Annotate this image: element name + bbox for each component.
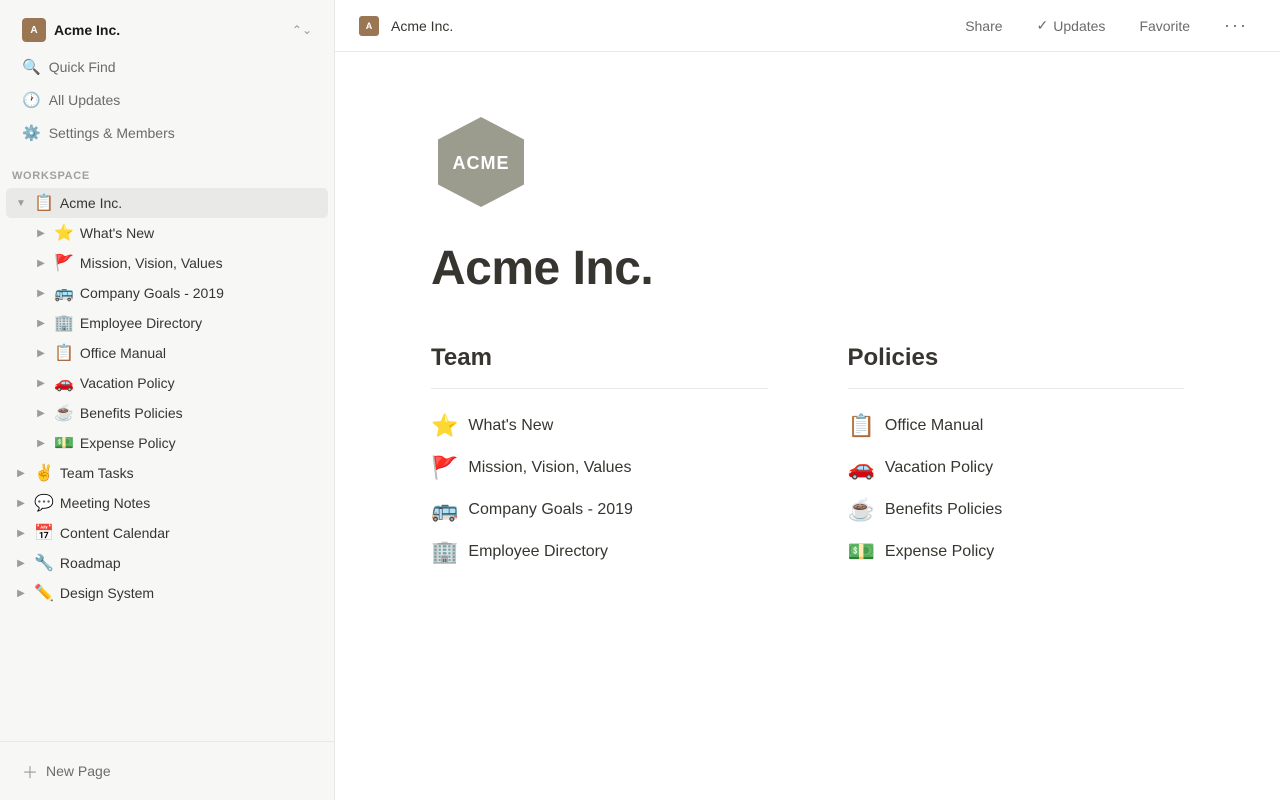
sidebar-bottom: ＋ New Page <box>0 741 334 800</box>
tree-item-content-calendar[interactable]: ▶ 📅 Content Calendar <box>6 518 328 548</box>
office-manual-icon: 📋 <box>54 343 74 363</box>
team-link-mission[interactable]: 🚩 Mission, Vision, Values <box>431 447 768 489</box>
acme-logo-svg: ACME <box>431 112 531 212</box>
team-column: Team ⭐ What's New 🚩 Mission, Vision, Val… <box>431 344 768 573</box>
sidebar: A Acme Inc. ⌃⌄ 🔍 Quick Find 🕐 All Update… <box>0 0 335 800</box>
toggle-benefits[interactable]: ▶ <box>32 404 50 422</box>
nav-quick-find[interactable]: 🔍 Quick Find <box>12 51 322 83</box>
tree-item-root[interactable]: ▼ 📋 Acme Inc. <box>6 188 328 218</box>
search-icon: 🔍 <box>22 58 41 76</box>
whats-new-icon: ⭐ <box>54 223 74 243</box>
topbar-logo: A <box>359 16 379 36</box>
new-page-button[interactable]: ＋ New Page <box>12 752 322 790</box>
workspace-chevron-icon: ⌃⌄ <box>292 23 312 37</box>
employee-dir-link-icon: 🏢 <box>431 539 458 565</box>
tree-item-meeting-notes[interactable]: ▶ 💬 Meeting Notes <box>6 488 328 518</box>
workspace-logo: A <box>22 18 46 42</box>
whats-new-link-icon: ⭐ <box>431 413 458 439</box>
clock-icon: 🕐 <box>22 91 41 109</box>
topbar-actions: Share ✓ Updates Favorite ··· <box>957 11 1256 40</box>
toggle-office-manual[interactable]: ▶ <box>32 344 50 362</box>
meeting-notes-icon: 💬 <box>34 493 54 513</box>
toggle-meeting-notes[interactable]: ▶ <box>12 494 30 512</box>
expense-link-icon: 💵 <box>848 539 875 565</box>
vacation-link-icon: 🚗 <box>848 455 875 481</box>
company-goals-icon: 🚌 <box>54 283 74 303</box>
nav-all-updates[interactable]: 🕐 All Updates <box>12 84 322 116</box>
checkmark-icon: ✓ <box>1037 17 1049 34</box>
tree-item-office-manual[interactable]: ▶ 📋 Office Manual <box>26 338 328 368</box>
tree-item-mission[interactable]: ▶ 🚩 Mission, Vision, Values <box>26 248 328 278</box>
gear-icon: ⚙️ <box>22 124 41 142</box>
nav-settings[interactable]: ⚙️ Settings & Members <box>12 117 322 149</box>
workspace-title[interactable]: A Acme Inc. ⌃⌄ <box>12 10 322 50</box>
policy-link-vacation[interactable]: 🚗 Vacation Policy <box>848 447 1185 489</box>
benefits-icon: ☕ <box>54 403 74 423</box>
plus-icon: ＋ <box>22 759 38 783</box>
breadcrumb: Acme Inc. <box>391 18 945 34</box>
favorite-button[interactable]: Favorite <box>1131 14 1198 38</box>
more-options-button[interactable]: ··· <box>1216 11 1256 40</box>
office-manual-link-icon: 📋 <box>848 413 875 439</box>
page-cover-icon: ACME <box>431 112 1184 217</box>
policies-column: Policies 📋 Office Manual 🚗 Vacation Poli… <box>848 344 1185 573</box>
toggle-whats-new[interactable]: ▶ <box>32 224 50 242</box>
policies-heading: Policies <box>848 344 1185 372</box>
policy-link-expense[interactable]: 💵 Expense Policy <box>848 531 1185 573</box>
roadmap-icon: 🔧 <box>34 553 54 573</box>
share-button[interactable]: Share <box>957 14 1010 38</box>
toggle-expense[interactable]: ▶ <box>32 434 50 452</box>
tree-item-whats-new[interactable]: ▶ ⭐ What's New <box>26 218 328 248</box>
vacation-icon: 🚗 <box>54 373 74 393</box>
tree-container: ▼ 📋 Acme Inc. ▶ ⭐ What's New ▶ 🚩 Mission… <box>0 186 334 741</box>
toggle-vacation-policy[interactable]: ▶ <box>32 374 50 392</box>
company-goals-link-icon: 🚌 <box>431 497 458 523</box>
team-link-whats-new[interactable]: ⭐ What's New <box>431 405 768 447</box>
mission-link-icon: 🚩 <box>431 455 458 481</box>
tree-item-roadmap[interactable]: ▶ 🔧 Roadmap <box>6 548 328 578</box>
svg-text:ACME: ACME <box>453 153 510 173</box>
tree-item-company-goals[interactable]: ▶ 🚌 Company Goals - 2019 <box>26 278 328 308</box>
toggle-roadmap[interactable]: ▶ <box>12 554 30 572</box>
sidebar-top: A Acme Inc. ⌃⌄ 🔍 Quick Find 🕐 All Update… <box>0 0 334 156</box>
toggle-company-goals[interactable]: ▶ <box>32 284 50 302</box>
workspace-section-label: WORKSPACE <box>0 156 334 186</box>
tree-children: ▶ ⭐ What's New ▶ 🚩 Mission, Vision, Valu… <box>6 218 328 458</box>
root-icon: 📋 <box>34 193 54 213</box>
workspace-name: Acme Inc. <box>54 22 284 38</box>
main-content: A Acme Inc. Share ✓ Updates Favorite ··· <box>335 0 1280 800</box>
tree-item-design-system[interactable]: ▶ ✏️ Design System <box>6 578 328 608</box>
toggle-content-calendar[interactable]: ▶ <box>12 524 30 542</box>
employee-dir-icon: 🏢 <box>54 313 74 333</box>
team-tasks-icon: ✌️ <box>34 463 54 483</box>
team-link-company-goals[interactable]: 🚌 Company Goals - 2019 <box>431 489 768 531</box>
tree-item-team-tasks[interactable]: ▶ ✌️ Team Tasks <box>6 458 328 488</box>
tree-item-expense[interactable]: ▶ 💵 Expense Policy <box>26 428 328 458</box>
page-body: ACME Acme Inc. Team ⭐ What's New 🚩 Missi… <box>335 52 1280 633</box>
tree-item-vacation-policy[interactable]: ▶ 🚗 Vacation Policy <box>26 368 328 398</box>
team-heading: Team <box>431 344 768 372</box>
expense-icon: 💵 <box>54 433 74 453</box>
mission-icon: 🚩 <box>54 253 74 273</box>
toggle-team-tasks[interactable]: ▶ <box>12 464 30 482</box>
toggle-employee-dir[interactable]: ▶ <box>32 314 50 332</box>
policy-link-benefits[interactable]: ☕ Benefits Policies <box>848 489 1185 531</box>
root-label: Acme Inc. <box>60 195 322 211</box>
team-divider <box>431 388 768 389</box>
topbar: A Acme Inc. Share ✓ Updates Favorite ··· <box>335 0 1280 52</box>
tree-item-employee-dir[interactable]: ▶ 🏢 Employee Directory <box>26 308 328 338</box>
design-system-icon: ✏️ <box>34 583 54 603</box>
content-calendar-icon: 📅 <box>34 523 54 543</box>
policy-link-office-manual[interactable]: 📋 Office Manual <box>848 405 1185 447</box>
tree-item-benefits[interactable]: ▶ ☕ Benefits Policies <box>26 398 328 428</box>
policies-divider <box>848 388 1185 389</box>
updates-button[interactable]: ✓ Updates <box>1029 13 1114 38</box>
team-link-employee-dir[interactable]: 🏢 Employee Directory <box>431 531 768 573</box>
toggle-mission[interactable]: ▶ <box>32 254 50 272</box>
page-columns: Team ⭐ What's New 🚩 Mission, Vision, Val… <box>431 344 1184 573</box>
page-title: Acme Inc. <box>431 241 1184 296</box>
benefits-link-icon: ☕ <box>848 497 875 523</box>
toggle-design-system[interactable]: ▶ <box>12 584 30 602</box>
toggle-root[interactable]: ▼ <box>12 194 30 212</box>
